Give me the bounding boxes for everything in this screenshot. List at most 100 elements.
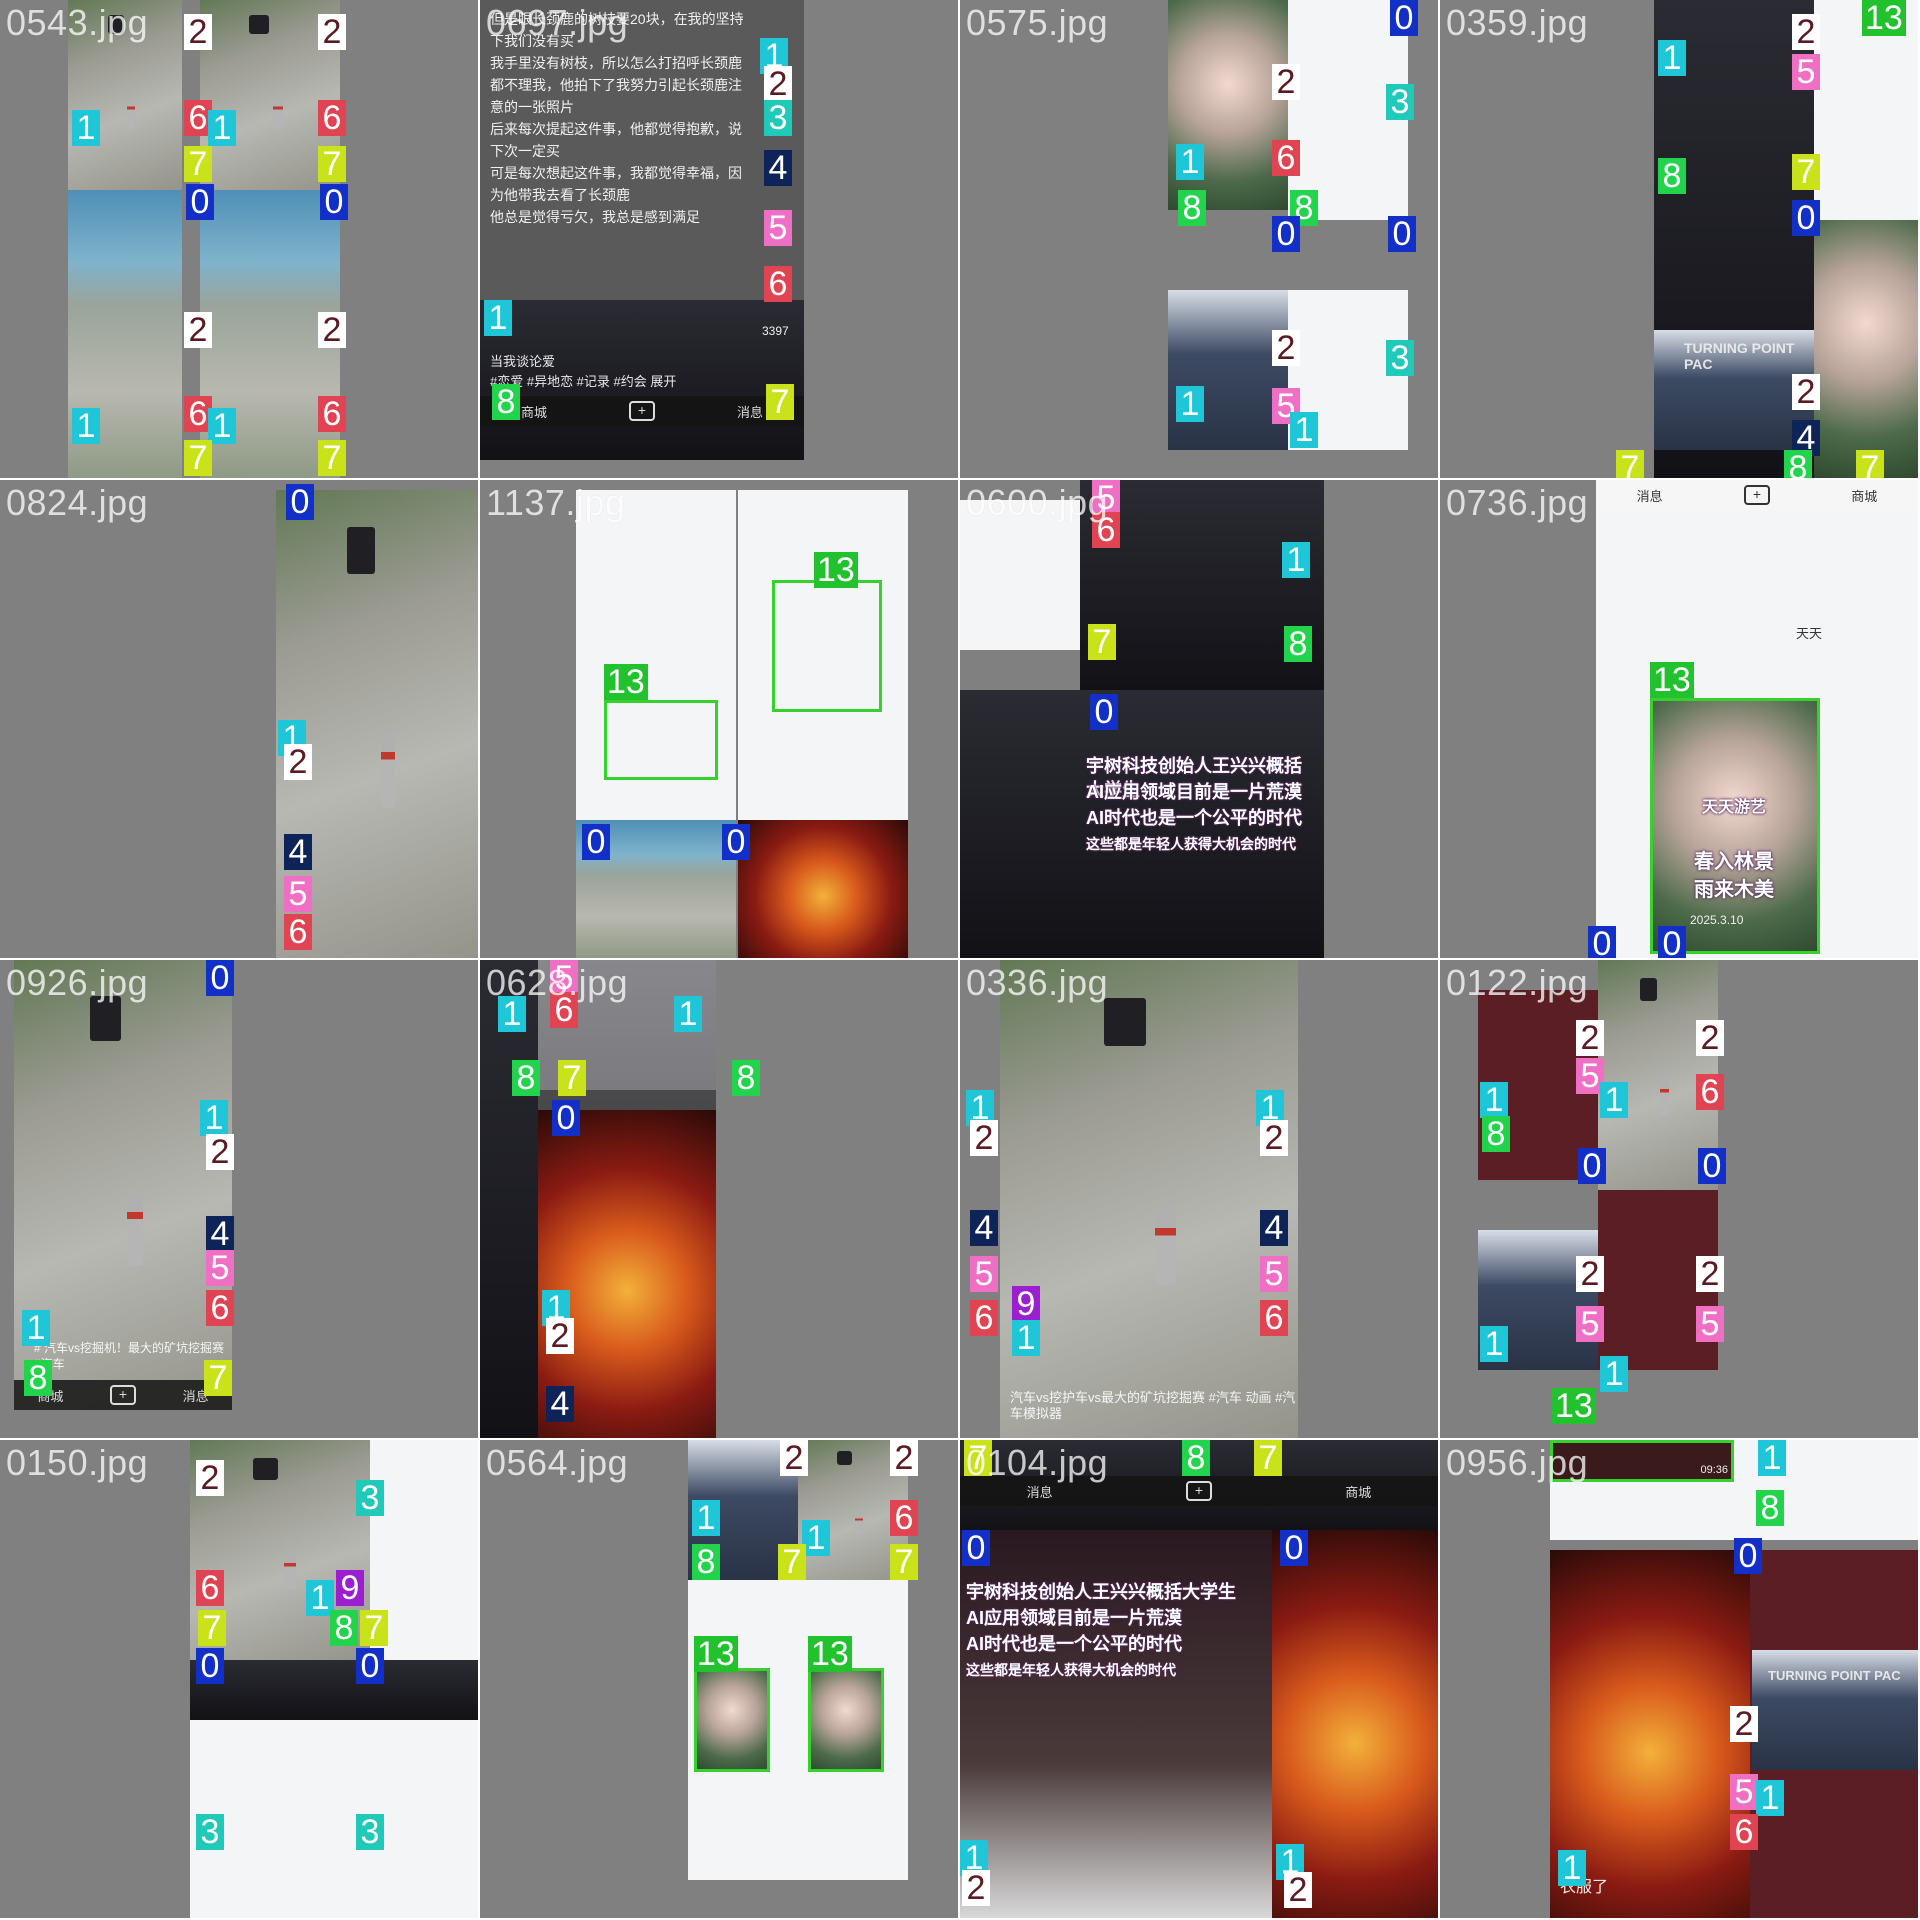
label-badge: 0 <box>1390 0 1418 36</box>
headline-line: AI应用领域目前是一片荒漠 <box>1086 782 1302 802</box>
label-badge: 6 <box>970 1300 998 1336</box>
label-badge: 5 <box>284 876 312 912</box>
label-badge: 7 <box>184 146 212 182</box>
article-line: 下我们没有买 <box>490 33 574 49</box>
nav-mall[interactable]: 商城 <box>1851 486 1877 505</box>
label-badge: 3 <box>1386 340 1414 376</box>
article-line: 为他带我去看了长颈鹿 <box>490 187 630 203</box>
headline-line: AI时代也是一个公平的时代 <box>966 1634 1182 1654</box>
label-badge: 13 <box>1650 662 1694 698</box>
video-post <box>190 1660 478 1720</box>
tile-0575[interactable]: 0575.jpg 0 2 3 6 1 8 8 0 0 2 3 1 5 1 <box>960 0 1438 478</box>
label-badge: 9 <box>1012 1286 1040 1322</box>
label-badge: 5 <box>1730 1774 1758 1810</box>
label-badge: 8 <box>1756 1490 1784 1526</box>
tile-0150[interactable]: 0150.jpg 2 3 6 9 1 8 7 7 0 0 3 3 <box>0 1440 478 1918</box>
label-badge: 2 <box>1696 1020 1724 1056</box>
label-badge: 2 <box>1272 330 1300 366</box>
label-badge: 4 <box>284 834 312 870</box>
label-badge: 7 <box>1254 1440 1282 1476</box>
plus-icon[interactable]: + <box>110 1385 136 1405</box>
label-badge: 1 <box>1658 40 1686 76</box>
article-line: 但是眼长颈鹿的树枝要20块，在我的坚持 <box>490 11 744 27</box>
label-badge: 6 <box>1730 1814 1758 1850</box>
label-badge: 13 <box>808 1636 852 1672</box>
tile-0336[interactable]: 汽车vs挖护车vs最大的矿坑挖掘赛 #汽车 动画 #汽车模拟器 0336.jpg… <box>960 960 1438 1438</box>
nav-message[interactable]: 消息 <box>1637 486 1663 505</box>
label-badge: 7 <box>778 1544 806 1580</box>
news-clip: TURNING POINT PAC <box>1752 1650 1918 1770</box>
label-badge: 7 <box>766 384 794 420</box>
label-badge: 6 <box>1272 140 1300 176</box>
tile-0824[interactable]: 0824.jpg 0 1 2 4 5 6 <box>0 480 478 958</box>
article-line: 他总是觉得亏欠，我总是感到满足 <box>490 209 700 225</box>
label-badge: 1 <box>498 996 526 1032</box>
tile-filename: 0575.jpg <box>966 2 1109 43</box>
tile-0543[interactable]: 0543.jpg 2 2 6 6 1 1 7 7 0 0 2 2 6 6 1 1… <box>0 0 478 478</box>
user-name[interactable]: 天天 <box>1796 626 1822 642</box>
label-badge: 5 <box>1576 1306 1604 1342</box>
label-badge: 7 <box>1856 450 1884 478</box>
label-badge: 0 <box>1588 926 1616 958</box>
label-badge: 2 <box>546 1318 574 1354</box>
game-art <box>738 820 908 958</box>
label-badge: 1 <box>72 408 100 444</box>
tile-0104[interactable]: 消息 + 商城 0104.jpg 宇树科技创始人王兴兴概括大学生 AI应用领域目… <box>960 1440 1438 1918</box>
news-video: 宇树科技创始人王兴兴概括大学生 AI应用领域目前是一片荒漠 AI时代也是一个公平… <box>1080 690 1324 958</box>
label-badge: 1 <box>1480 1082 1508 1118</box>
label-badge: 7 <box>1792 154 1820 190</box>
tile-0697[interactable]: 但是眼长颈鹿的树枝要20块，在我的坚持 下我们没有买 我手里没有树枝，所以怎么打… <box>480 0 958 478</box>
nav-mall[interactable]: 商城 <box>1345 1482 1371 1501</box>
tile-0956[interactable]: 09:36 0956.jpg 衣服了 TURNING POINT PAC 1 8… <box>1440 1440 1918 1918</box>
tile-1137[interactable]: 1137.jpg 13 13 0 0 <box>480 480 958 958</box>
label-badge: 1 <box>1290 412 1318 448</box>
tile-0122[interactable]: 0122.jpg 2 2 5 6 1 1 8 0 0 2 2 5 5 1 1 1… <box>1440 960 1918 1438</box>
label-badge: 6 <box>890 1500 918 1536</box>
photo-woman <box>1814 220 1918 478</box>
label-badge: 0 <box>356 1648 384 1684</box>
text-post <box>190 1720 478 1918</box>
tile-0359[interactable]: 0359.jpg TURNING POINT PAC 13 2 1 5 8 7 … <box>1440 0 1918 478</box>
label-badge: 1 <box>1176 144 1204 180</box>
nav-message[interactable]: 消息 <box>1027 1482 1053 1501</box>
label-badge: 2 <box>1730 1706 1758 1742</box>
label-badge: 6 <box>764 266 792 302</box>
label-badge: 6 <box>1260 1300 1288 1336</box>
nav-message[interactable]: 消息 <box>737 402 763 421</box>
tile-0628[interactable]: 0628.jpg 5 6 1 1 8 7 8 0 1 2 4 <box>480 960 958 1438</box>
label-badge: 2 <box>184 14 212 50</box>
tile-filename: 0736.jpg <box>1446 482 1589 523</box>
tile-0736[interactable]: 0736.jpg 消息 + 商城 天天 天天游艺 春入林景 雨来木美 2025.… <box>1440 480 1918 958</box>
plus-icon[interactable]: + <box>1743 485 1770 505</box>
video-caption: 汽车vs挖护车vs最大的矿坑挖掘赛 #汽车 动画 #汽车模拟器 <box>1010 1390 1296 1421</box>
label-badge: 0 <box>186 184 214 220</box>
label-badge: 7 <box>184 440 212 476</box>
label-badge: 0 <box>1658 926 1686 958</box>
like-count: 3397 <box>762 324 789 338</box>
label-badge: 1 <box>1558 1850 1586 1886</box>
plus-icon[interactable]: + <box>1185 1481 1212 1501</box>
label-badge: 6 <box>1696 1074 1724 1110</box>
nav-mall[interactable]: 商城 <box>521 402 547 421</box>
label-badge: 7 <box>318 440 346 476</box>
label-badge: 0 <box>722 824 750 860</box>
label-badge: 0 <box>1792 200 1820 236</box>
news-clip: TURNING POINT PAC <box>1654 330 1814 450</box>
label-badge: 2 <box>318 14 346 50</box>
bottom-nav: 消息 + 商城 <box>960 1476 1438 1506</box>
tile-0564[interactable]: 0564.jpg 13 13 2 2 1 1 6 8 7 7 <box>480 1440 958 1918</box>
video-post <box>960 690 1080 958</box>
label-badge: 2 <box>1284 1872 1312 1908</box>
label-badge: 8 <box>692 1544 720 1580</box>
label-badge: 2 <box>1576 1020 1604 1056</box>
plus-icon[interactable]: + <box>628 401 655 421</box>
detection-box <box>808 1668 884 1772</box>
label-badge: 8 <box>1182 1440 1210 1476</box>
tile-0926[interactable]: # 汽车vs挖掘机！最大的矿坑挖掘赛 #汽车 商城 + 消息 0926.jpg … <box>0 960 478 1438</box>
label-badge: 0 <box>1272 216 1300 252</box>
label-badge: 0 <box>320 184 348 220</box>
label-badge: 8 <box>24 1360 52 1396</box>
tile-0600[interactable]: 0600.jpg 宇树科技创始人王兴兴概括大学生 AI应用领域目前是一片荒漠 A… <box>960 480 1438 958</box>
label-badge: 7 <box>964 1440 992 1476</box>
label-badge: 7 <box>1088 624 1116 660</box>
